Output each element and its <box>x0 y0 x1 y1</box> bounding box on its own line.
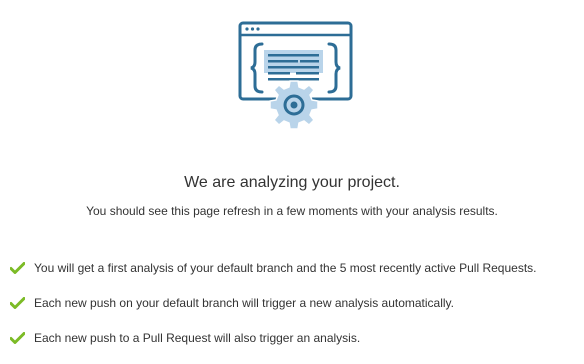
list-item: You will get a first analysis of your de… <box>10 259 537 277</box>
list-item-text: Each new push on your default branch wil… <box>34 296 454 310</box>
list-item-text: You will get a first analysis of your de… <box>34 261 537 275</box>
code-window-with-gear-icon <box>238 21 353 130</box>
list-item-text: Each new push to a Pull Request will als… <box>34 331 361 345</box>
list-item: Each new push on your default branch wil… <box>10 294 537 312</box>
analysis-status-heading: We are analyzing your project. <box>184 174 400 191</box>
analysis-info-list: You will get a first analysis of your de… <box>10 259 537 364</box>
checkmark-icon <box>10 297 25 309</box>
list-item: Each new push to a Pull Request will als… <box>10 329 537 347</box>
code-window-gear-illustration <box>238 20 354 130</box>
checkmark-icon <box>10 332 25 344</box>
analysis-status-description: You should see this page refresh in a fe… <box>86 204 498 218</box>
checkmark-icon <box>10 262 25 274</box>
